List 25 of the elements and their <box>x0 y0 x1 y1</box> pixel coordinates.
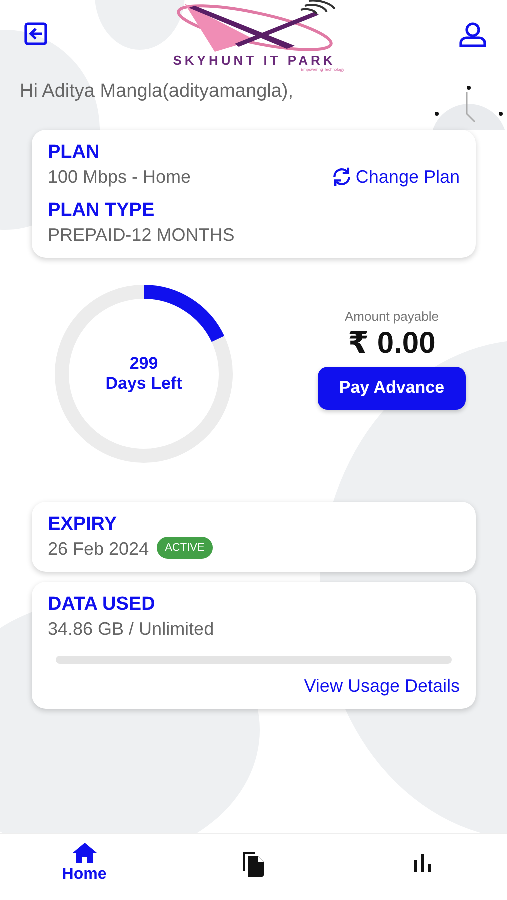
view-usage-link[interactable]: View Usage Details <box>304 676 460 697</box>
status-badge: ACTIVE <box>157 537 213 559</box>
amount-value: ₹ 0.00 <box>348 326 436 360</box>
change-plan-link[interactable]: Change Plan <box>330 166 460 188</box>
logout-button[interactable] <box>24 22 50 46</box>
data-used-value: 34.86 GB / Unlimited <box>48 619 216 640</box>
expiry-date: 26 Feb 2024 <box>48 539 150 560</box>
greeting-text: Hi Aditya Mangla(adityamangla), <box>20 81 294 103</box>
days-count: 299 <box>130 354 158 374</box>
data-used-label: DATA USED <box>48 594 156 616</box>
plan-type-label: PLAN TYPE <box>48 200 156 222</box>
amount-label: Amount payable <box>345 308 439 324</box>
profile-button[interactable] <box>459 22 487 48</box>
documents-icon <box>240 849 266 877</box>
plan-label: PLAN <box>48 142 101 164</box>
refresh-icon <box>330 166 353 188</box>
home-icon <box>72 842 98 864</box>
expiry-label: EXPIRY <box>48 514 118 536</box>
nav-tab[interactable]: Home <box>0 834 169 900</box>
bar-chart-icon <box>412 854 432 872</box>
pay-advance-button[interactable]: Pay Advance <box>318 366 466 410</box>
plan-value: 100 Mbps - Home <box>48 167 192 188</box>
plan-type-value: PREPAID-12 MONTHS <box>48 225 236 246</box>
days-label: Days Left <box>106 374 182 394</box>
logo-text: SKYHUNT IT PARK <box>173 54 336 67</box>
